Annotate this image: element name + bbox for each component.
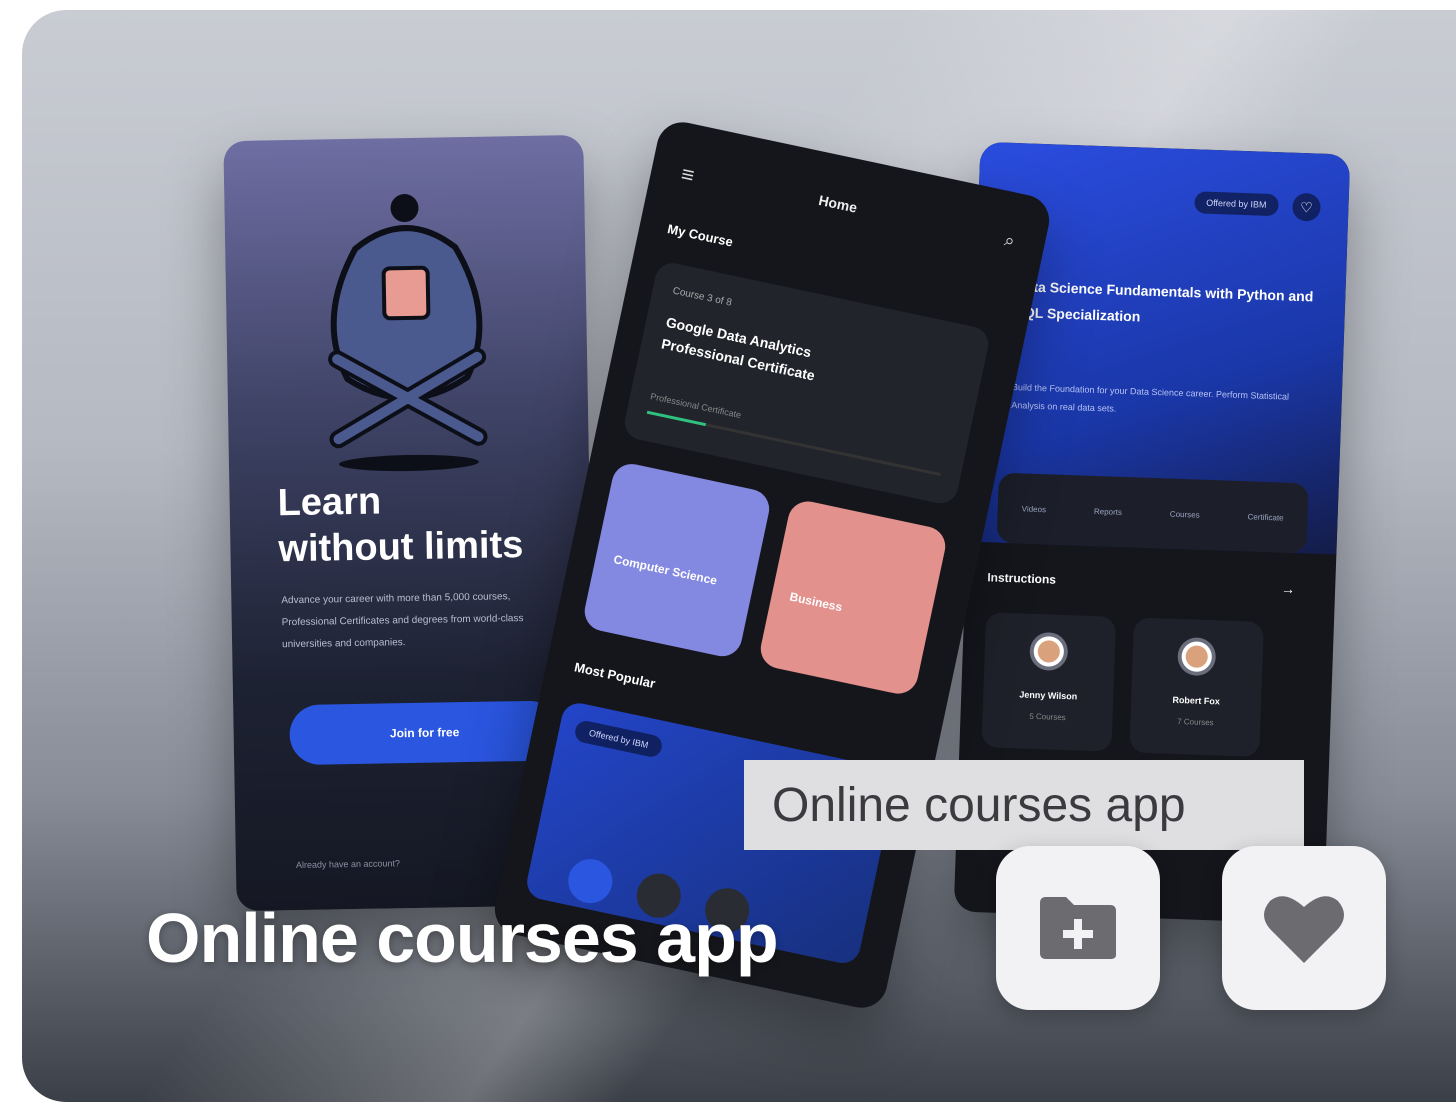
instructor-courses: 5 Courses (1029, 711, 1066, 723)
arrow-right-icon: → (1280, 580, 1296, 598)
category-card: Computer Science (581, 460, 773, 660)
card-title: Online courses app (146, 899, 779, 977)
course-detail-title: Data Science Fundamentals with Python an… (1014, 278, 1314, 325)
onboarding-description: Advance your career with more than 5,000… (281, 591, 524, 651)
signin-link: Already have an account? (295, 858, 401, 871)
search-icon: ⌕ (1002, 229, 1017, 252)
category-label: Business (788, 589, 844, 615)
reader-illustration (328, 194, 488, 472)
offered-badge: Offered by IBM (1193, 191, 1279, 217)
instructor-courses: 7 Courses (1177, 716, 1214, 728)
add-to-collection-button[interactable] (996, 846, 1160, 1010)
stat-courses: Courses (1169, 509, 1200, 520)
offered-badge: Offered by IBM (573, 718, 665, 759)
menu-icon: ≡ (678, 160, 697, 189)
course-name: Google Data Analytics Professional Certi… (660, 313, 817, 384)
instructor-name: Jenny Wilson (1019, 689, 1078, 702)
course-detail-description: Build the Foundation for your Data Scien… (1011, 382, 1290, 414)
instructor-card: Jenny Wilson 5 Courses (981, 612, 1117, 752)
course-stats: Videos Reports Courses Certificate (996, 472, 1309, 554)
like-button[interactable] (1222, 846, 1386, 1010)
stat-certificate: Certificate (1247, 511, 1284, 523)
instructor-card: Robert Fox 7 Courses (1129, 617, 1264, 757)
my-course-label: My Course (666, 221, 735, 250)
instructors-label: Instructions (987, 570, 1057, 587)
stat-reports: Reports (1093, 506, 1123, 517)
category-label: Computer Science (612, 552, 719, 588)
progress-bar (646, 410, 941, 477)
folder-plus-icon (1040, 897, 1116, 959)
current-course-card: Course 3 of 8 Google Data Analytics Prof… (621, 259, 992, 507)
avatar (1177, 636, 1217, 677)
instructor-name: Robert Fox (1172, 694, 1221, 707)
onboarding-title: Learn without limits (277, 480, 524, 571)
category-card: Business (757, 497, 949, 698)
stat-videos: Videos (1021, 503, 1047, 514)
avatar (1029, 631, 1069, 672)
join-button: Join for free (289, 700, 561, 766)
home-header: Home (817, 191, 859, 216)
heart-icon (1264, 896, 1344, 963)
most-popular-label: Most Popular (572, 659, 657, 692)
heart-icon: ♡ (1291, 192, 1321, 222)
title-tooltip: Online courses app (744, 760, 1304, 850)
course-sub: Course 3 of 8 (671, 285, 733, 309)
